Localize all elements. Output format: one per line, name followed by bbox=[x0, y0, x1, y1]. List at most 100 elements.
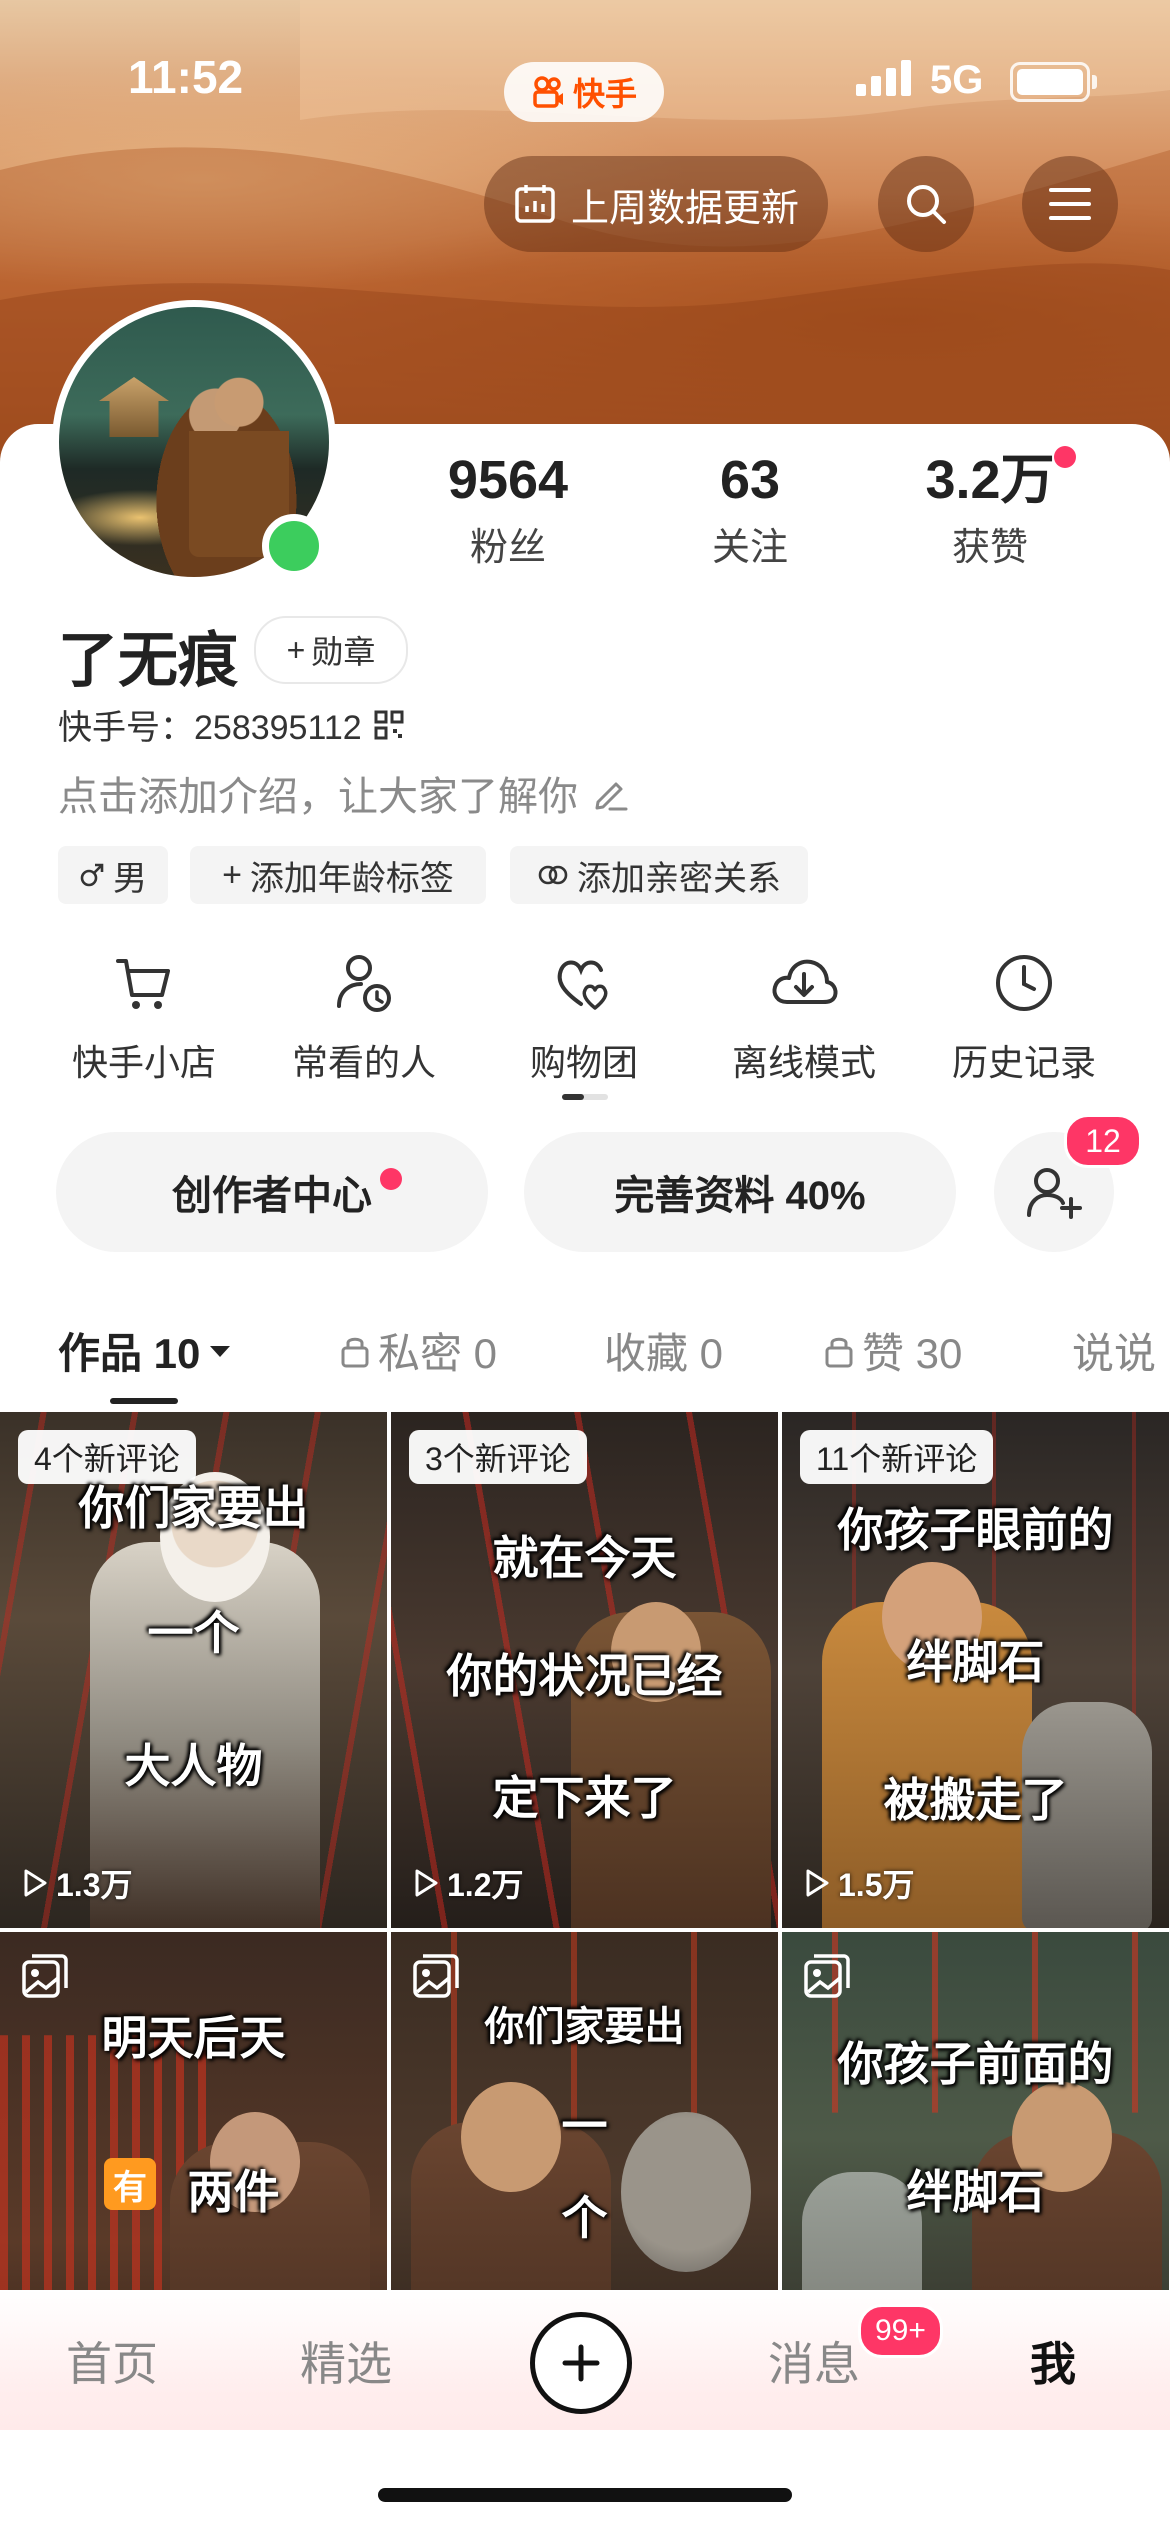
content-tabs: 作品 10 私密 0 收藏 0 赞 30 说说 bbox=[0, 1300, 1170, 1400]
shortcut-history[interactable]: 历史记录 bbox=[934, 948, 1114, 1086]
complete-profile-button[interactable]: 完善资料 40% bbox=[524, 1132, 956, 1252]
male-icon bbox=[80, 863, 104, 887]
tab-liked[interactable]: 赞 30 bbox=[824, 1320, 962, 1381]
kuaishou-id-row[interactable]: 快手号：258395112 bbox=[58, 700, 404, 749]
stat-label: 获赞 bbox=[951, 527, 1028, 569]
nav-featured[interactable]: 精选 bbox=[300, 2328, 392, 2394]
shortcut-shop[interactable]: 快手小店 bbox=[54, 948, 234, 1086]
stat-following[interactable]: 63 关注 bbox=[650, 450, 850, 571]
tab-private[interactable]: 私密 0 bbox=[340, 1320, 497, 1381]
video-caption: 你的状况已经 bbox=[446, 1650, 723, 1702]
status-bar: 11:52 快手 5G bbox=[0, 40, 1170, 122]
video-caption: 个 bbox=[561, 2192, 608, 2244]
new-comments-badge: 11个新评论 bbox=[800, 1430, 994, 1484]
tab-posts[interactable]: 说说 bbox=[1072, 1320, 1156, 1381]
data-update-button[interactable]: 上周数据更新 bbox=[484, 156, 828, 252]
video-caption: 大人物 bbox=[124, 1740, 263, 1792]
tab-label: 收藏 0 bbox=[604, 1330, 724, 1377]
medal-button[interactable]: + 勋章 bbox=[254, 616, 408, 684]
shortcut-shopping-group[interactable]: 购物团 bbox=[494, 948, 674, 1086]
shortcut-page-indicator bbox=[562, 1094, 608, 1100]
tab-works[interactable]: 作品 10 bbox=[58, 1320, 232, 1381]
plus-icon: + bbox=[286, 631, 306, 668]
new-comments-badge: 3个新评论 bbox=[409, 1430, 587, 1484]
video-caption: 你孩子眼前的 bbox=[837, 1504, 1114, 1556]
calendar-chart-icon bbox=[515, 185, 555, 223]
view-count-value: 1.3万 bbox=[56, 1867, 133, 1903]
video-caption: 一 bbox=[561, 2100, 608, 2152]
heart-group-icon bbox=[557, 960, 608, 1010]
shortcut-label: 历史记录 bbox=[951, 1042, 1096, 1083]
video-caption: 明天后天 bbox=[101, 2012, 286, 2064]
video-caption: 一个 bbox=[147, 1607, 240, 1659]
kuaishou-id-value: 258395112 bbox=[194, 709, 362, 747]
pagoda-shape bbox=[99, 377, 169, 437]
video-card[interactable]: 4个新评论 你们家要出 一个 大人物 1.3万 bbox=[0, 1412, 387, 1928]
intro-edit[interactable]: 点击添加介绍，让大家了解你 bbox=[58, 764, 630, 822]
tag-gender[interactable]: 男 bbox=[58, 846, 168, 904]
signal-icon bbox=[856, 60, 911, 96]
tab-label: 说说 bbox=[1072, 1330, 1157, 1377]
shortcut-label: 常看的人 bbox=[291, 1042, 436, 1083]
app-name: 快手 bbox=[572, 76, 637, 112]
shortcut-frequent[interactable]: 常看的人 bbox=[274, 948, 454, 1086]
intro-placeholder: 点击添加介绍，让大家了解你 bbox=[58, 775, 578, 819]
menu-button[interactable] bbox=[1022, 156, 1118, 252]
plus-icon: + bbox=[222, 855, 242, 894]
video-caption: 你们家要出 bbox=[484, 2005, 685, 2049]
tab-label: 作品 10 bbox=[58, 1330, 201, 1377]
shortcut-label: 离线模式 bbox=[731, 1042, 876, 1083]
likes-notification-dot bbox=[1054, 446, 1076, 468]
stat-followers[interactable]: 9564 粉丝 bbox=[408, 450, 608, 571]
shortcut-offline[interactable]: 离线模式 bbox=[714, 948, 894, 1086]
data-update-label: 上周数据更新 bbox=[570, 187, 799, 230]
search-button[interactable] bbox=[878, 156, 974, 252]
online-status-dot bbox=[262, 514, 326, 578]
stat-value: 9564 bbox=[447, 450, 569, 510]
lock-icon bbox=[825, 1337, 853, 1367]
menu-icon bbox=[1049, 188, 1091, 220]
nav-messages[interactable]: 消息 bbox=[768, 2328, 860, 2394]
tag-label: 添加年龄标签 bbox=[249, 859, 454, 898]
video-caption: 绊脚石 bbox=[906, 2166, 1045, 2218]
edit-pencil-icon bbox=[595, 782, 628, 811]
home-indicator bbox=[378, 2488, 792, 2502]
tag-label: 男 bbox=[113, 859, 147, 898]
medal-label: 勋章 bbox=[311, 634, 376, 670]
stat-likes[interactable]: 3.2万 获赞 bbox=[890, 450, 1090, 571]
cloud-download-icon bbox=[772, 959, 838, 1004]
tab-label: 私密 0 bbox=[378, 1330, 498, 1377]
video-caption: 绊脚石 bbox=[906, 1636, 1045, 1688]
shortcut-label: 购物团 bbox=[529, 1042, 638, 1083]
app-badge: 快手 bbox=[504, 62, 664, 122]
create-button[interactable] bbox=[530, 2312, 632, 2414]
tag-add-age[interactable]: + 添加年龄标签 bbox=[190, 846, 486, 904]
image-post-icon bbox=[804, 1954, 850, 1998]
view-count: 1.5万 bbox=[804, 1860, 915, 1906]
view-count-value: 1.2万 bbox=[447, 1867, 524, 1903]
active-tab-indicator bbox=[110, 1398, 178, 1404]
video-caption: 你们家要出 bbox=[78, 1482, 309, 1534]
add-user-icon bbox=[1027, 1168, 1082, 1219]
link-icon bbox=[538, 865, 568, 885]
tag-add-relationship[interactable]: 添加亲密关系 bbox=[510, 846, 808, 904]
plus-icon bbox=[562, 2344, 600, 2382]
view-count: 1.2万 bbox=[413, 1860, 524, 1906]
video-caption: 你孩子前面的 bbox=[837, 2038, 1114, 2090]
shortcut-label: 快手小店 bbox=[71, 1042, 216, 1083]
play-icon bbox=[415, 1869, 438, 1897]
play-icon bbox=[806, 1869, 829, 1897]
caret-down-icon bbox=[210, 1345, 231, 1357]
tab-favorites[interactable]: 收藏 0 bbox=[604, 1320, 723, 1381]
video-card[interactable]: 3个新评论 就在今天 你的状况已经 定下来了 1.2万 bbox=[391, 1412, 778, 1928]
view-count-value: 1.5万 bbox=[838, 1867, 915, 1903]
creator-center-dot bbox=[380, 1168, 402, 1190]
video-caption: 就在今天 bbox=[492, 1532, 677, 1584]
nav-home[interactable]: 首页 bbox=[66, 2328, 158, 2394]
stat-value: 63 bbox=[719, 450, 781, 510]
creator-center-button[interactable]: 创作者中心 bbox=[56, 1132, 488, 1252]
nav-me[interactable]: 我 bbox=[1030, 2328, 1076, 2394]
video-card[interactable]: 11个新评论 你孩子眼前的 绊脚石 被搬走了 1.5万 bbox=[782, 1412, 1169, 1928]
complete-profile-label: 完善资料 40% bbox=[614, 1174, 866, 1218]
view-count: 1.3万 bbox=[22, 1860, 133, 1906]
